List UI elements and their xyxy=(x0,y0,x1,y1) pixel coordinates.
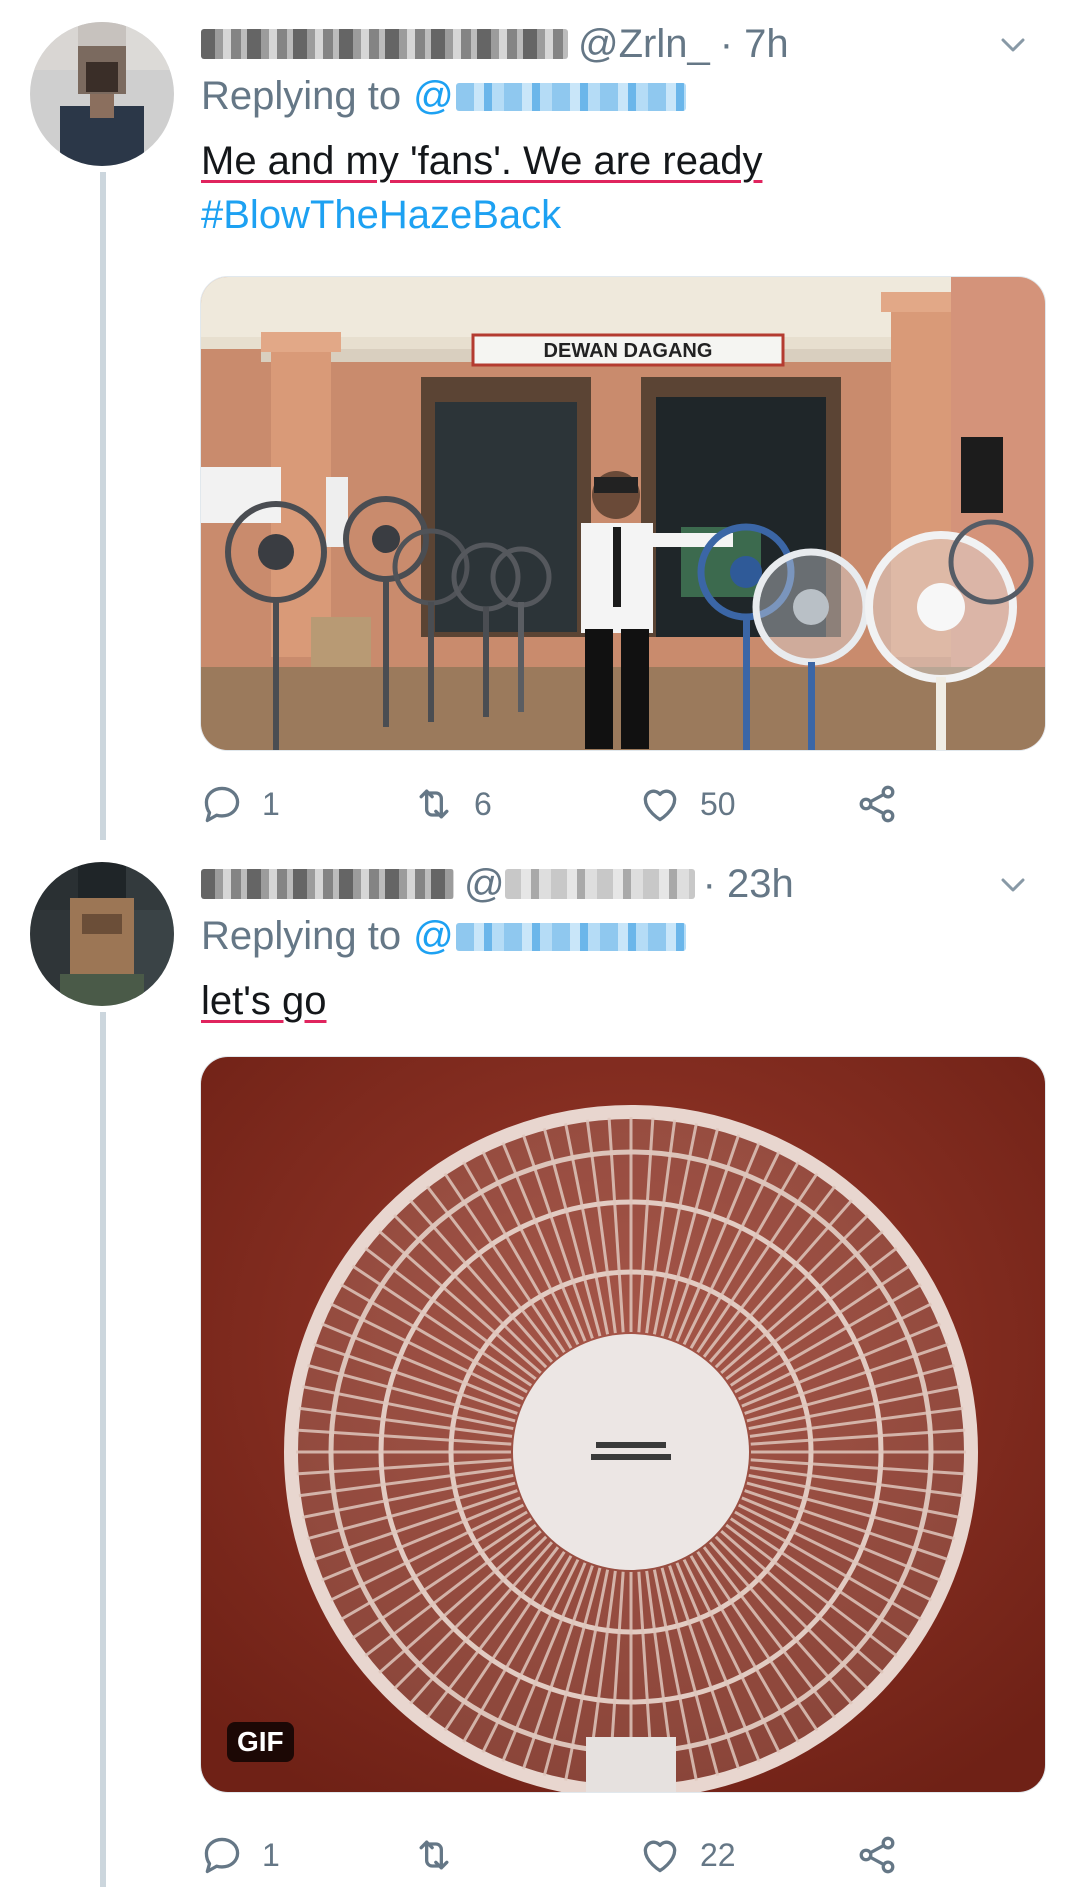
tweet-gif[interactable]: GIF xyxy=(200,1056,1046,1793)
tweet-text: Me and my 'fans'. We are ready #BlowTheH… xyxy=(201,134,762,242)
handle-at[interactable]: @ xyxy=(464,862,505,907)
reply-button[interactable]: 1 xyxy=(200,1825,280,1885)
chevron-down-icon[interactable] xyxy=(998,30,1028,60)
like-button[interactable]: 22 xyxy=(638,1825,736,1885)
reply-count: 1 xyxy=(262,1836,280,1873)
like-count: 22 xyxy=(700,1836,736,1873)
tweet-time[interactable]: · 23h xyxy=(703,862,794,907)
sign-text: DEWAN DAGANG xyxy=(544,340,713,362)
replying-mention[interactable]: @ xyxy=(413,74,454,119)
like-count: 50 xyxy=(700,785,736,822)
tweet-header: @Zrln_ · 7h xyxy=(201,18,789,70)
share-button[interactable] xyxy=(855,1825,899,1885)
replying-to: Replying to @ xyxy=(201,914,686,959)
reply-button[interactable]: 1 xyxy=(200,774,280,834)
retweet-count: 6 xyxy=(474,785,492,822)
reply-icon xyxy=(204,786,240,823)
tweet-text: let's go xyxy=(201,979,327,1023)
share-button[interactable] xyxy=(855,774,899,834)
share-icon xyxy=(859,785,895,823)
tweet-photo[interactable]: DEWAN DAGANG xyxy=(200,276,1046,751)
retweet-button[interactable]: 6 xyxy=(412,774,492,834)
reply-count: 1 xyxy=(262,785,280,822)
hashtag-link[interactable]: #BlowTheHazeBack xyxy=(201,188,762,242)
display-name-redacted[interactable] xyxy=(201,29,568,59)
replying-to: Replying to @ xyxy=(201,74,686,119)
tweet[interactable]: @ · 23h Replying to @ let's go GIF 1 22 xyxy=(0,840,1080,1887)
tweet-actions: 1 6 50 xyxy=(200,774,920,834)
mention-redacted[interactable] xyxy=(455,82,686,111)
tweet-time[interactable]: · 7h xyxy=(720,22,789,67)
tweet[interactable]: @Zrln_ · 7h Replying to @ Me and my 'fan… xyxy=(0,0,1080,840)
thread-line xyxy=(100,172,106,840)
handle-redacted[interactable] xyxy=(504,869,695,899)
retweet-icon xyxy=(419,1840,449,1870)
tweet-header: @ · 23h xyxy=(201,858,794,910)
retweet-icon xyxy=(419,789,449,819)
thread-line xyxy=(100,1012,106,1887)
reply-icon xyxy=(204,1837,240,1874)
avatar[interactable] xyxy=(30,862,174,1006)
avatar[interactable] xyxy=(30,22,174,166)
tweet-actions: 1 22 xyxy=(200,1825,920,1885)
chevron-down-icon[interactable] xyxy=(998,870,1028,900)
retweet-button[interactable] xyxy=(412,1825,474,1885)
mention-redacted[interactable] xyxy=(455,922,686,951)
like-icon xyxy=(643,789,677,822)
display-name-redacted[interactable] xyxy=(201,869,454,899)
replying-mention[interactable]: @ xyxy=(413,914,454,959)
like-icon xyxy=(643,1840,677,1873)
like-button[interactable]: 50 xyxy=(638,774,736,834)
gif-badge: GIF xyxy=(227,1722,294,1762)
user-handle[interactable]: @Zrln_ xyxy=(578,22,710,67)
share-icon xyxy=(859,1836,895,1874)
